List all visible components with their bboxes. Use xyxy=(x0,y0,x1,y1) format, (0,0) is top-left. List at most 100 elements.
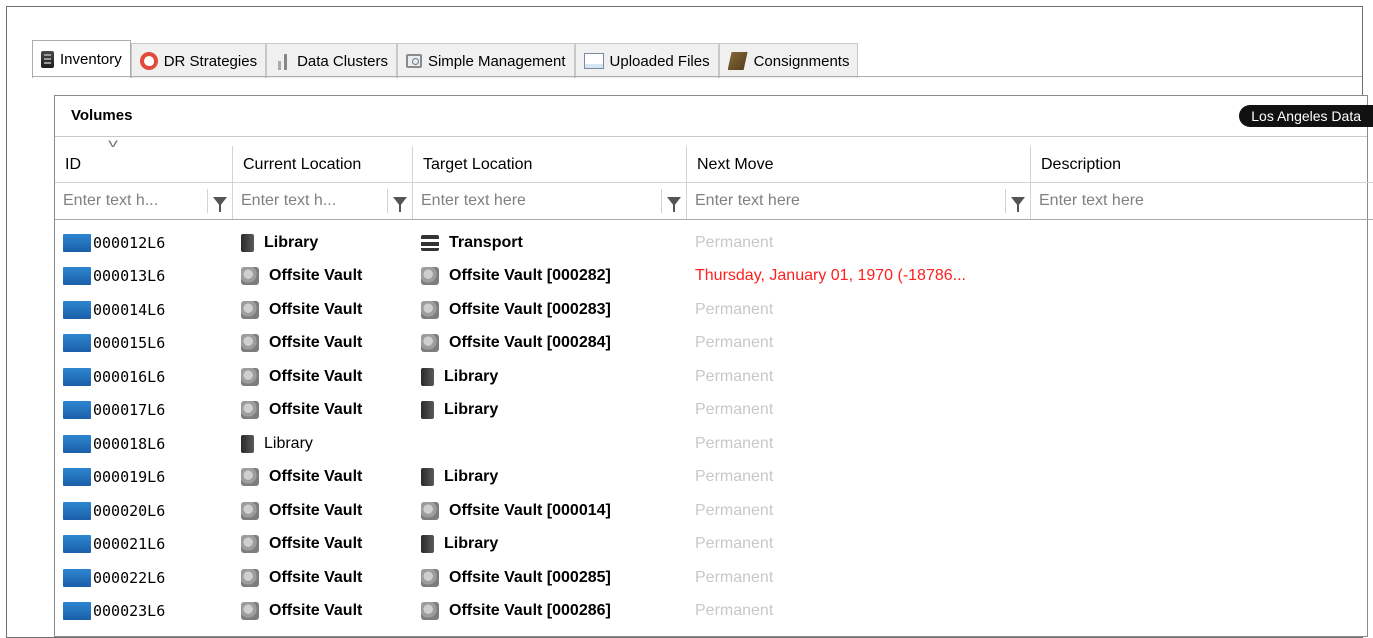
next-move-text: Thursday, January 01, 1970 (-18786... xyxy=(695,267,966,285)
vault-icon xyxy=(241,602,259,621)
cell-target-location: Library xyxy=(413,401,687,420)
cell-id: 000021L6 xyxy=(55,535,233,554)
tab-label: Uploaded Files xyxy=(609,52,710,70)
target-location-text: Offsite Vault [000283] xyxy=(449,300,611,318)
target-location-text: Offsite Vault [000284] xyxy=(449,334,611,352)
column-header-next-move[interactable]: Next Move xyxy=(687,146,1031,182)
tab-inventory[interactable]: Inventory xyxy=(32,40,131,78)
volume-rows: 000012L6 Library Transport Permanent 000… xyxy=(55,220,1373,628)
cell-current-location: Offsite Vault xyxy=(233,267,413,286)
cell-current-location: Offsite Vault xyxy=(233,367,413,386)
tab-simple-management[interactable]: Simple Management xyxy=(396,43,575,78)
table-row[interactable]: 000015L6 Offsite Vault Offsite Vault [00… xyxy=(55,327,1373,361)
table-row[interactable]: 000014L6 Offsite Vault Offsite Vault [00… xyxy=(55,293,1373,327)
cell-current-location: Library xyxy=(233,233,413,252)
tab-consignments[interactable]: Consignments xyxy=(718,43,859,78)
tape-icon xyxy=(63,535,91,554)
tab-data-clusters[interactable]: Data Clusters xyxy=(266,43,397,78)
filter-input-target-location[interactable] xyxy=(413,183,661,219)
filter-input-next-move[interactable] xyxy=(687,183,1005,219)
target-location-text: Library xyxy=(444,535,499,553)
volume-id: 000017L6 xyxy=(93,401,166,420)
tape-icon xyxy=(63,300,91,319)
column-header-id[interactable]: v ID xyxy=(55,136,233,182)
current-location-text: Offsite Vault xyxy=(269,602,363,620)
tab-label: Data Clusters xyxy=(297,52,388,70)
vault-icon xyxy=(241,568,259,587)
next-move-text: Permanent xyxy=(695,401,774,419)
tape-icon xyxy=(63,267,91,286)
current-location-text: Offsite Vault xyxy=(269,300,363,318)
cell-next-move: Permanent xyxy=(687,401,1031,419)
volume-id: 000012L6 xyxy=(93,233,166,252)
filter-input-id[interactable] xyxy=(55,183,207,219)
table-row[interactable]: 000022L6 Offsite Vault Offsite Vault [00… xyxy=(55,561,1373,595)
volume-id: 000020L6 xyxy=(93,501,166,520)
library-icon xyxy=(241,233,254,252)
table-row[interactable]: 000012L6 Library Transport Permanent xyxy=(55,226,1373,260)
table-row[interactable]: 000016L6 Offsite Vault Library Permanent xyxy=(55,360,1373,394)
table-row[interactable]: 000017L6 Offsite Vault Library Permanent xyxy=(55,394,1373,428)
current-location-text: Library xyxy=(264,434,313,452)
table-row[interactable]: 000020L6 Offsite Vault Offsite Vault [00… xyxy=(55,494,1373,528)
cell-current-location: Offsite Vault xyxy=(233,501,413,520)
column-header-label: Current Location xyxy=(243,156,362,173)
library-icon xyxy=(241,434,254,453)
site-badge[interactable]: Los Angeles Data xyxy=(1239,105,1373,127)
tab-dr-strategies[interactable]: DR Strategies xyxy=(130,43,267,78)
filter-cell-current-location xyxy=(233,183,413,219)
tab-label: DR Strategies xyxy=(163,52,258,70)
cell-next-move: Permanent xyxy=(687,234,1031,252)
current-location-text: Offsite Vault xyxy=(269,401,363,419)
cell-id: 000018L6 xyxy=(55,434,233,453)
current-location-text: Offsite Vault xyxy=(269,267,363,285)
filter-funnel-icon[interactable] xyxy=(1005,189,1030,213)
volume-id: 000013L6 xyxy=(93,267,166,286)
table-row[interactable]: 000019L6 Offsite Vault Library Permanent xyxy=(55,461,1373,495)
filter-funnel-icon[interactable] xyxy=(387,189,412,213)
filter-input-current-location[interactable] xyxy=(233,183,387,219)
tape-icon xyxy=(63,367,91,386)
table-row[interactable]: 000021L6 Offsite Vault Library Permanent xyxy=(55,528,1373,562)
column-header-current-location[interactable]: Current Location xyxy=(233,146,413,182)
library-icon xyxy=(421,535,434,554)
volume-id: 000019L6 xyxy=(93,468,166,487)
column-header-target-location[interactable]: Target Location xyxy=(413,146,687,182)
current-location-text: Library xyxy=(264,233,319,251)
vault-icon xyxy=(421,501,439,520)
cell-id: 000013L6 xyxy=(55,267,233,286)
tab-uploaded-files[interactable]: Uploaded Files xyxy=(574,43,719,78)
cell-id: 000022L6 xyxy=(55,568,233,587)
cell-current-location: Offsite Vault xyxy=(233,300,413,319)
filter-input-description[interactable] xyxy=(1031,183,1373,219)
tab-label: Simple Management xyxy=(427,52,566,70)
filter-funnel-icon[interactable] xyxy=(207,189,232,213)
vault-icon xyxy=(241,300,259,319)
sort-chevron-icon: v xyxy=(108,136,118,150)
table-row[interactable]: 000023L6 Offsite Vault Offsite Vault [00… xyxy=(55,595,1373,629)
cell-next-move: Thursday, January 01, 1970 (-18786... xyxy=(687,267,1031,285)
vault-icon xyxy=(241,501,259,520)
filter-funnel-icon[interactable] xyxy=(661,189,686,213)
target-location-text: Offsite Vault [000286] xyxy=(449,602,611,620)
volume-id: 000015L6 xyxy=(93,334,166,353)
panel-title: Volumes xyxy=(71,107,133,124)
target-location-text: Transport xyxy=(449,233,523,251)
column-header-description[interactable]: Description xyxy=(1031,146,1373,182)
column-header-label: Description xyxy=(1041,156,1122,173)
tab-label: Consignments xyxy=(753,52,850,70)
library-icon xyxy=(421,367,434,386)
cell-target-location: Library xyxy=(413,535,687,554)
tape-icon xyxy=(63,401,91,420)
next-move-text: Permanent xyxy=(695,434,774,452)
target-location-text: Library xyxy=(444,468,499,486)
table-row[interactable]: 000013L6 Offsite Vault Offsite Vault [00… xyxy=(55,260,1373,294)
vault-icon xyxy=(421,334,439,353)
cell-target-location: Offsite Vault [000284] xyxy=(413,334,687,353)
current-location-text: Offsite Vault xyxy=(269,334,363,352)
panel-header: Volumes Los Angeles Data xyxy=(55,96,1373,137)
current-location-text: Offsite Vault xyxy=(269,501,363,519)
box-icon xyxy=(727,52,748,70)
target-location-text: Library xyxy=(444,367,499,385)
table-row[interactable]: 000018L6 Library Permanent xyxy=(55,427,1373,461)
